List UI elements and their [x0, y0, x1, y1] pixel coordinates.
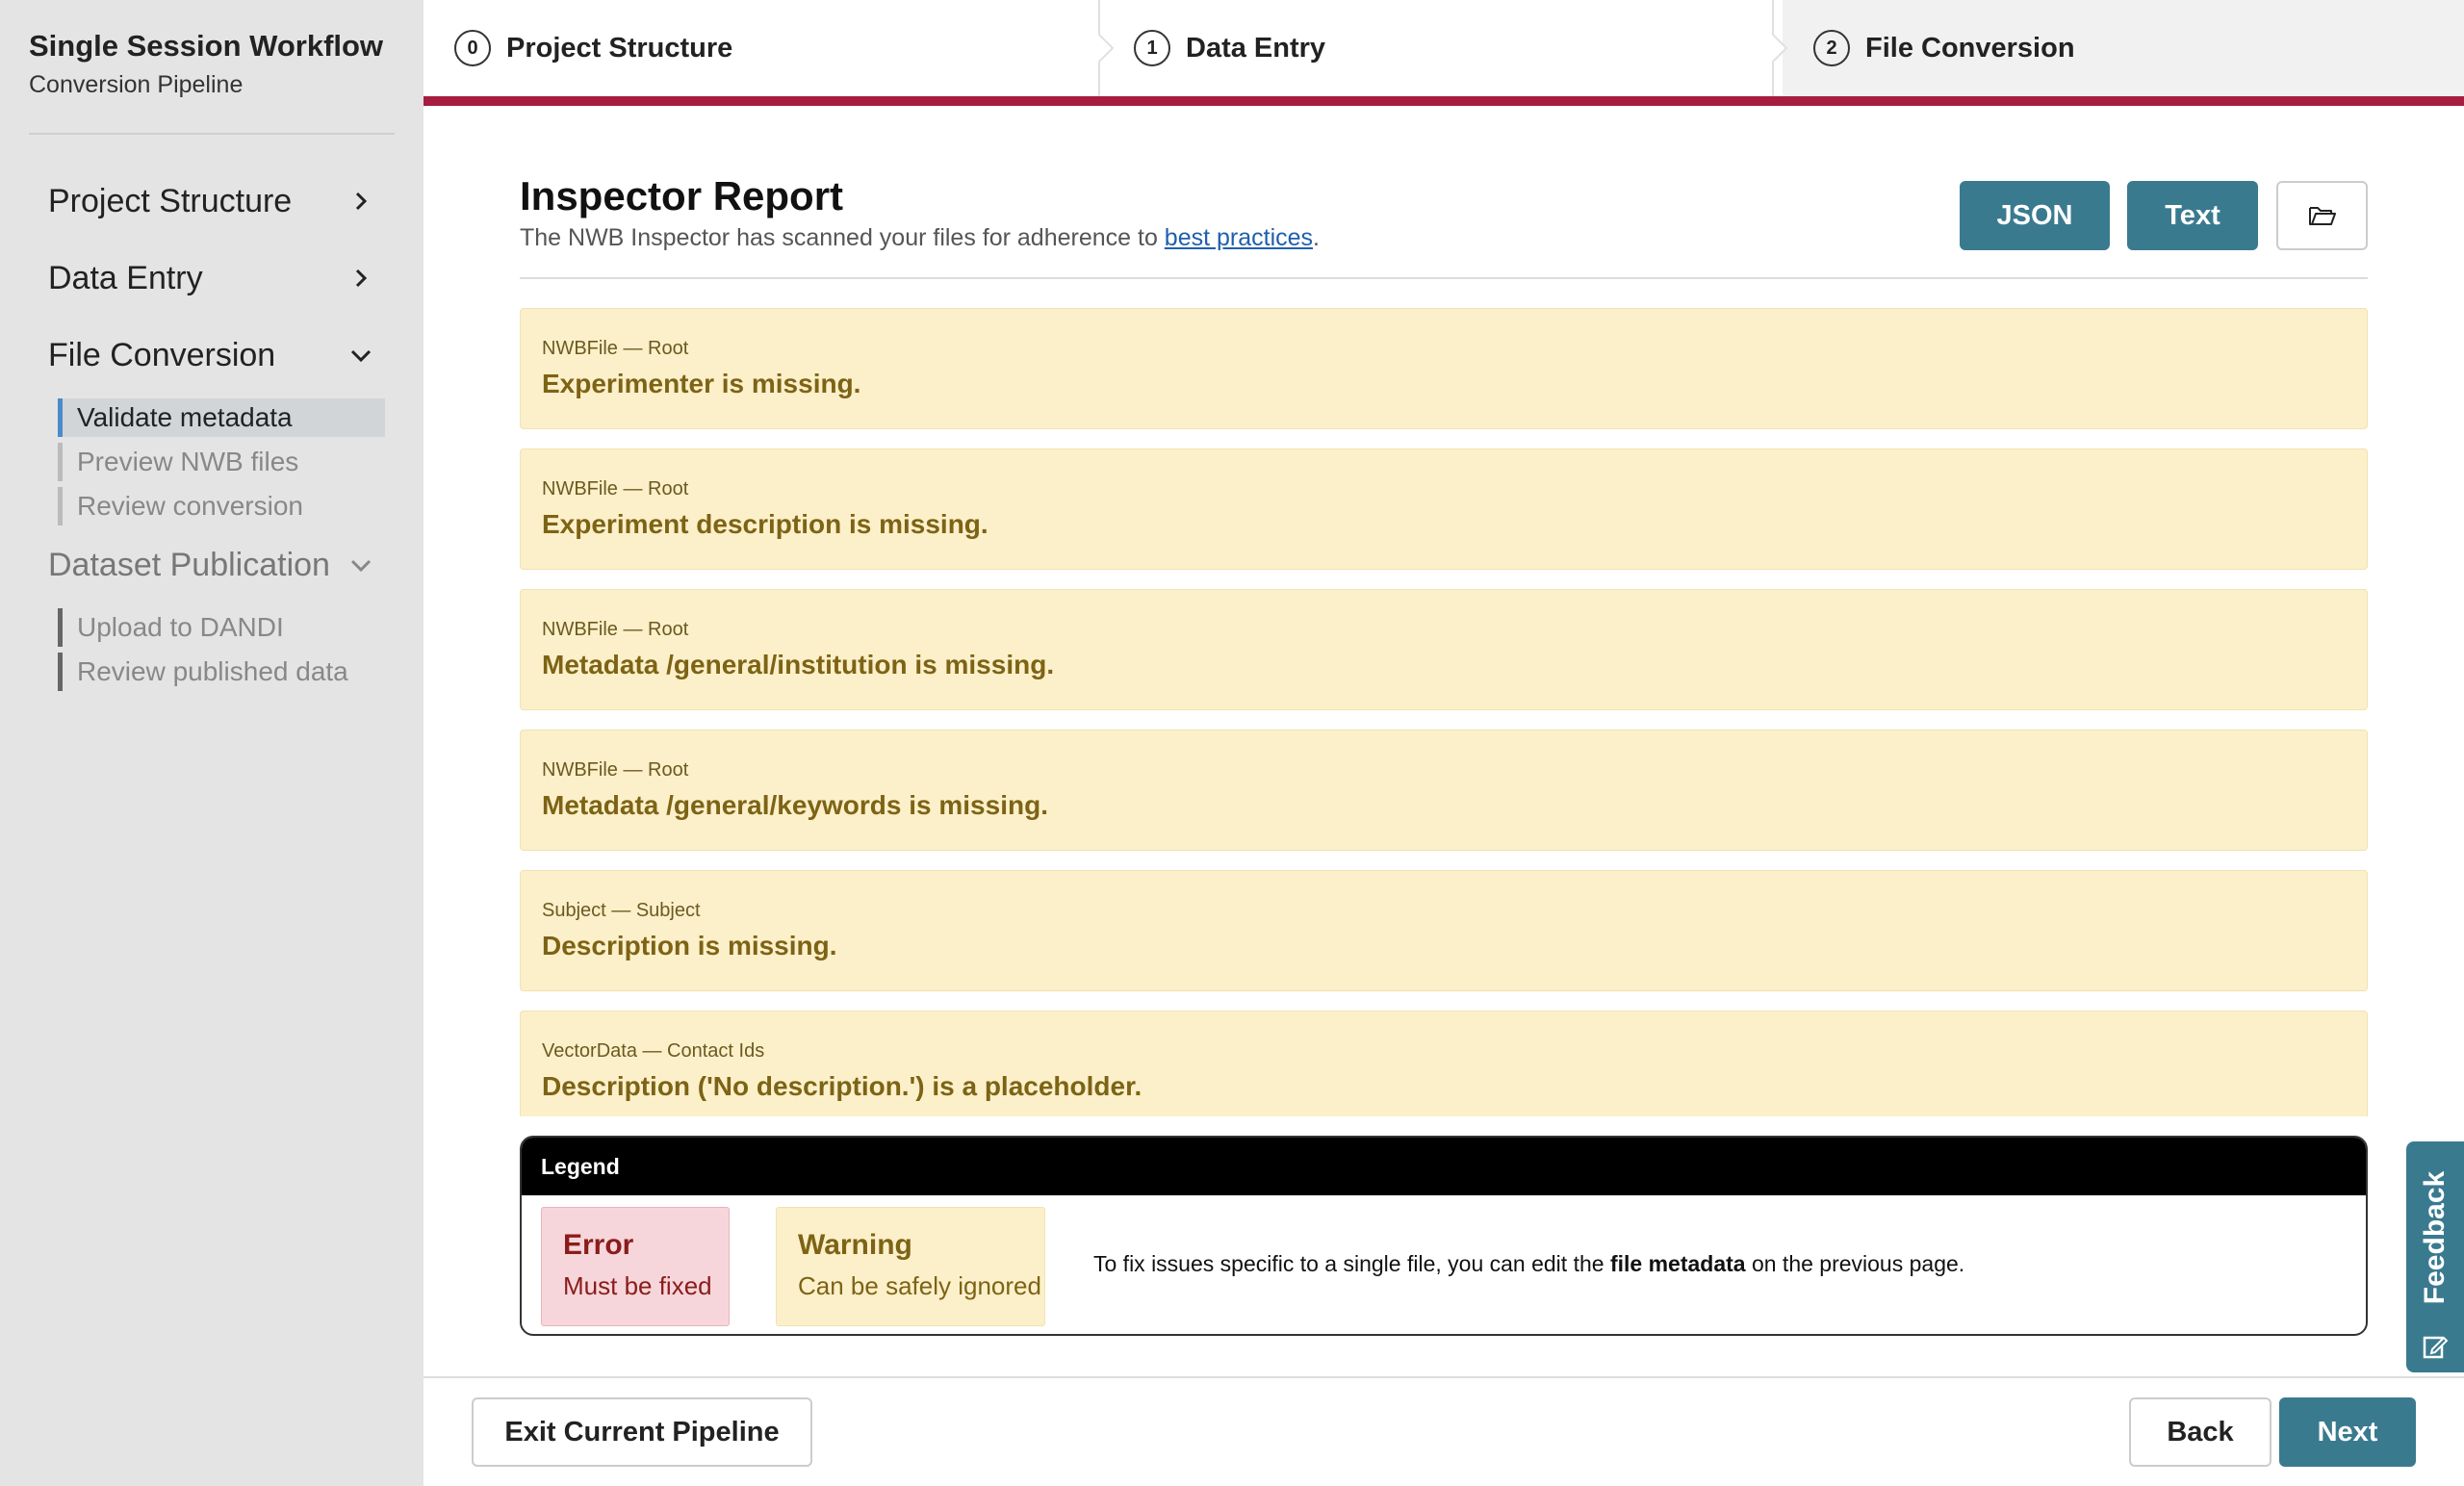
open-folder-button[interactable] [2276, 181, 2368, 250]
subtitle-end: . [1313, 224, 1320, 251]
legend-header: Legend [522, 1138, 2366, 1195]
step-number: 1 [1134, 30, 1170, 66]
warning-message: NWBFile — Root Experimenter is missing. [520, 308, 2368, 429]
message-location: Subject — Subject [542, 900, 701, 921]
step-progress: 0 Project Structure 1 Data Entry 2 File … [424, 0, 2464, 96]
step-number: 0 [454, 30, 491, 66]
inspector-messages-list[interactable]: NWBFile — Root Experimenter is missing. … [520, 308, 2368, 1116]
sidebar-section-data-entry[interactable]: Data Entry [48, 254, 375, 302]
legend-warning-title: Warning [798, 1229, 912, 1261]
step-label: Data Entry [1186, 32, 1326, 64]
message-location: NWBFile — Root [542, 619, 689, 640]
step-data-entry[interactable]: 1 Data Entry [1134, 0, 1325, 96]
message-text: Description is missing. [542, 931, 837, 961]
sidebar-item-upload-to-dandi[interactable]: Upload to DANDI [58, 608, 385, 647]
sidebar-section-dataset-publication[interactable]: Dataset Publication [48, 541, 375, 589]
edit-icon [2423, 1336, 2449, 1359]
chevron-right-icon [346, 264, 375, 293]
sidebar-section-label: Data Entry [48, 259, 203, 296]
json-button[interactable]: JSON [1960, 181, 2110, 250]
step-project-structure[interactable]: 0 Project Structure [454, 0, 732, 96]
chevron-down-icon [346, 551, 375, 579]
sidebar-item-preview-nwb-files[interactable]: Preview NWB files [58, 443, 385, 481]
header-divider [520, 277, 2368, 279]
legend-error-box: Error Must be fixed [541, 1207, 730, 1326]
sidebar-item-review-published-data[interactable]: Review published data [58, 653, 385, 691]
message-text: Metadata /general/institution is missing… [542, 650, 1055, 679]
message-text: Metadata /general/keywords is missing. [542, 790, 1048, 820]
warning-message: Subject — Subject Description is missing… [520, 870, 2368, 991]
message-location: NWBFile — Root [542, 759, 689, 781]
text-button[interactable]: Text [2127, 181, 2258, 250]
workflow-subtitle: Conversion Pipeline [29, 71, 244, 98]
chevron-right-icon [346, 187, 375, 216]
warning-message: NWBFile — Root Metadata /general/keyword… [520, 730, 2368, 851]
legend-panel: Legend Error Must be fixed Warning Can b… [520, 1136, 2368, 1336]
message-text: Experimenter is missing. [542, 369, 861, 398]
next-button[interactable]: Next [2279, 1397, 2416, 1467]
workflow-title: Single Session Workflow [29, 29, 384, 63]
sidebar-item-review-conversion[interactable]: Review conversion [58, 487, 385, 525]
page-subtitle: The NWB Inspector has scanned your files… [520, 224, 1320, 252]
footer-divider [424, 1376, 2464, 1378]
legend-warning-desc: Can be safely ignored [798, 1271, 1041, 1300]
legend-error-title: Error [563, 1229, 634, 1261]
message-location: NWBFile — Root [542, 478, 689, 500]
page-title: Inspector Report [520, 173, 844, 218]
step-number: 2 [1813, 30, 1850, 66]
message-location: NWBFile — Root [542, 338, 689, 359]
feedback-label: Feedback [2419, 1170, 2451, 1305]
legend-note-text: To fix issues specific to a single file,… [1093, 1251, 1610, 1276]
step-label: Project Structure [506, 32, 733, 64]
sidebar-section-label: Dataset Publication [48, 546, 330, 583]
warning-message: NWBFile — Root Experiment description is… [520, 448, 2368, 570]
message-text: Experiment description is missing. [542, 509, 988, 539]
feedback-tab[interactable]: Feedback [2406, 1141, 2464, 1372]
sidebar-section-file-conversion[interactable]: File Conversion [48, 331, 375, 379]
legend-error-desc: Must be fixed [563, 1271, 712, 1300]
legend-note-bold: file metadata [1609, 1251, 1746, 1276]
warning-message: VectorData — Contact Ids Description ('N… [520, 1011, 2368, 1116]
step-file-conversion[interactable]: 2 File Conversion [1813, 0, 2075, 96]
warning-message: NWBFile — Root Metadata /general/institu… [520, 589, 2368, 710]
sidebar-section-label: Project Structure [48, 182, 293, 219]
folder-open-icon [2308, 207, 2336, 225]
legend-warning-box: Warning Can be safely ignored [776, 1207, 1045, 1326]
sidebar-item-validate-metadata[interactable]: Validate metadata [58, 398, 385, 437]
message-location: VectorData — Contact Ids [542, 1040, 765, 1062]
message-text: Description ('No description.') is a pla… [542, 1071, 1142, 1101]
back-button[interactable]: Back [2129, 1397, 2272, 1467]
sidebar-section-label: File Conversion [48, 336, 276, 373]
subtitle-text: The NWB Inspector has scanned your files… [520, 224, 1165, 251]
step-divider-icon [1098, 0, 1115, 96]
exit-pipeline-button[interactable]: Exit Current Pipeline [472, 1397, 812, 1467]
legend-note-end: on the previous page. [1745, 1251, 1965, 1276]
chevron-down-icon [346, 341, 375, 370]
legend-note: To fix issues specific to a single file,… [1093, 1251, 1964, 1277]
step-divider-icon [1772, 0, 1788, 96]
sidebar-section-project-structure[interactable]: Project Structure [48, 177, 375, 225]
step-progress-bar [424, 96, 2464, 106]
sidebar-divider [29, 133, 395, 135]
sidebar: Single Session Workflow Conversion Pipel… [0, 0, 424, 1486]
step-label: File Conversion [1865, 32, 2075, 64]
best-practices-link[interactable]: best practices [1165, 224, 1313, 251]
